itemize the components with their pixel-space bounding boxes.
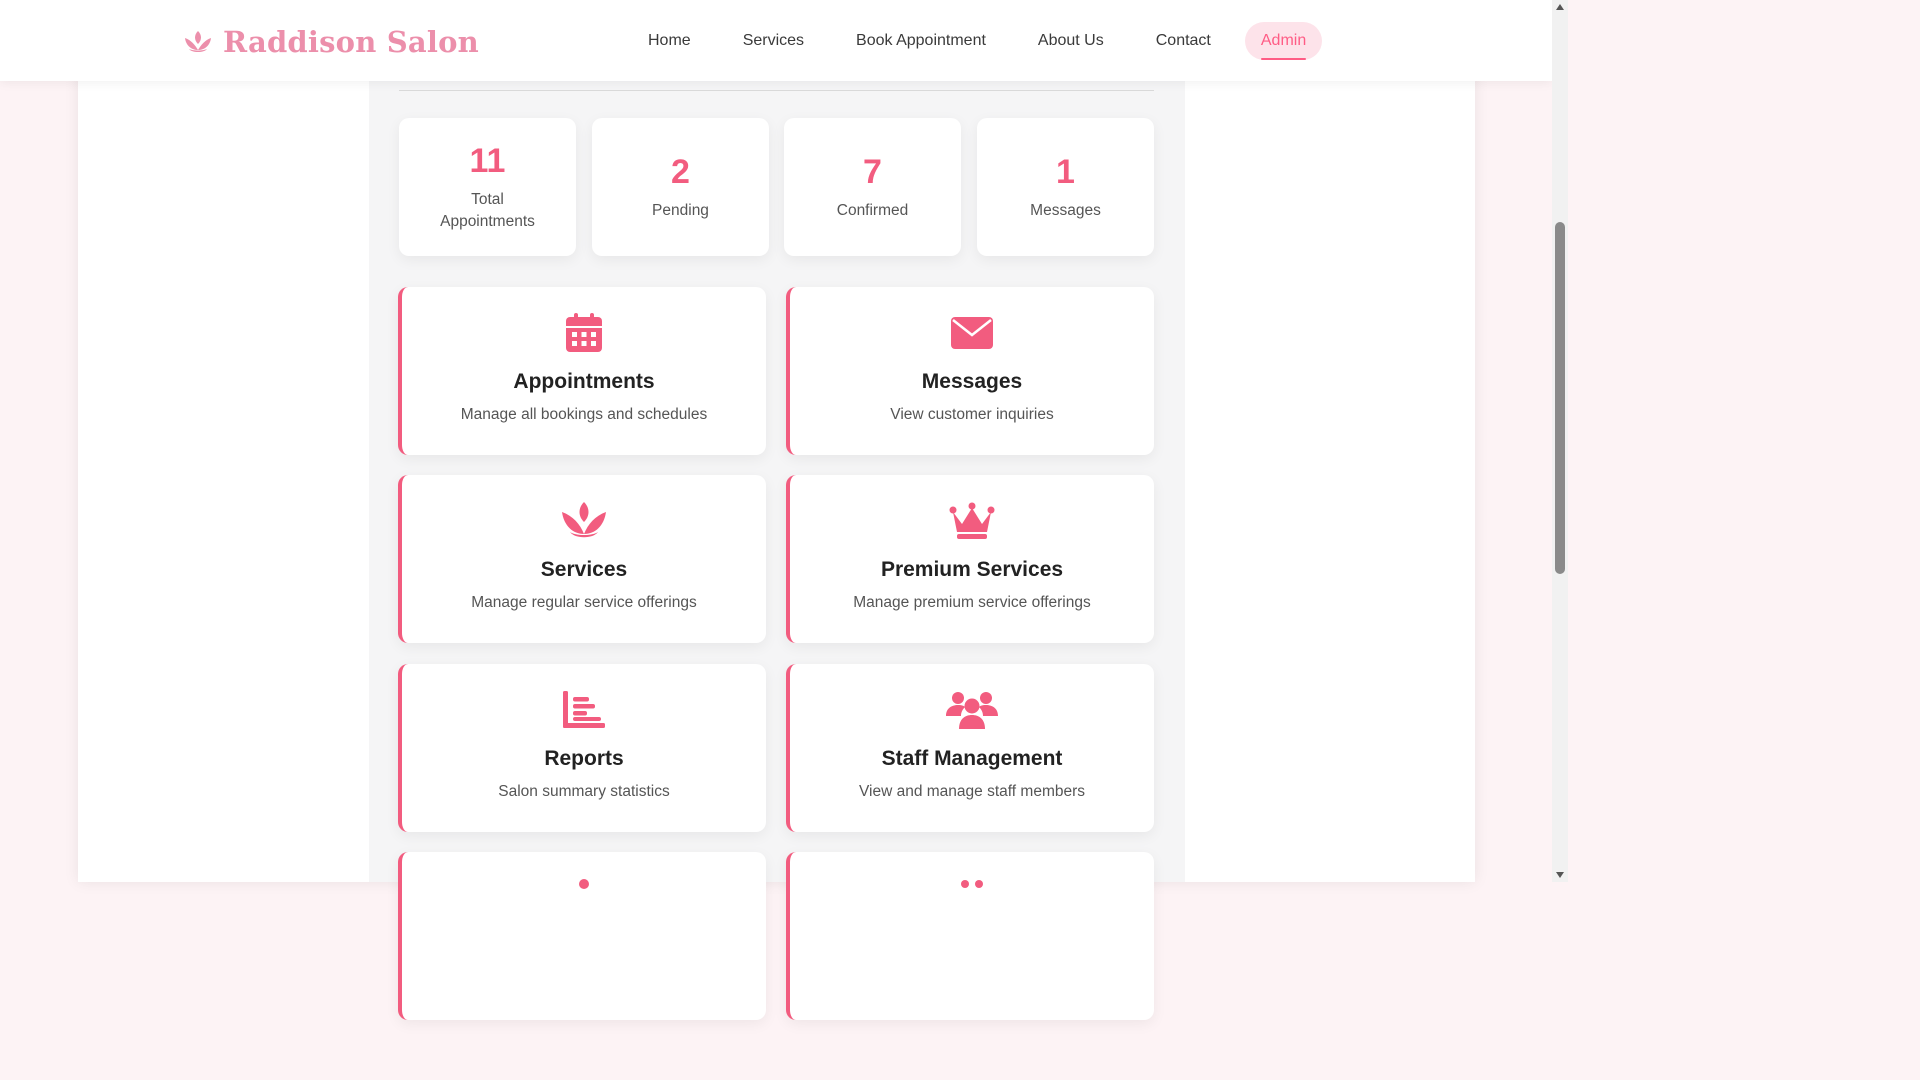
card-description: Salon summary statistics [498, 783, 670, 800]
stat-label: Confirmed [836, 202, 909, 219]
card-icon [952, 876, 992, 920]
card-description: Manage premium service offerings [853, 594, 1091, 611]
scroll-down-arrow-icon[interactable] [1552, 868, 1568, 882]
stat-card-total-appointments: 11 Total Appointments [399, 118, 576, 256]
envelope-icon [951, 311, 993, 355]
card-description: Manage regular service offerings [471, 594, 697, 611]
card-description: View customer inquiries [890, 406, 1054, 423]
stat-label: Messages [1030, 202, 1101, 219]
section-divider [399, 90, 1154, 91]
brand-logo-link[interactable]: Raddison Salon [183, 22, 479, 62]
scroll-up-arrow-icon[interactable] [1552, 0, 1568, 14]
scrollbar-thumb[interactable] [1555, 222, 1565, 574]
card-title: Staff Management [881, 747, 1063, 770]
card-title: Messages [921, 370, 1023, 393]
card-title: Premium Services [880, 558, 1064, 581]
stat-card-messages: 1 Messages [977, 118, 1154, 256]
card-title: Appointments [513, 370, 655, 393]
card-partial-right[interactable] [786, 852, 1154, 1020]
nav-book-appointment[interactable]: Book Appointment [838, 22, 1004, 60]
main-nav: Home Services Book Appointment About Us … [630, 22, 1323, 60]
card-staff-management[interactable]: Staff Management View and manage staff m… [786, 664, 1154, 832]
card-premium-services[interactable]: Premium Services Manage premium service … [786, 475, 1154, 643]
stats-row: 11 Total Appointments 2 Pending 7 Confir… [399, 118, 1154, 256]
nav-home[interactable]: Home [630, 22, 709, 60]
calendar-icon [565, 311, 603, 355]
stat-value: 1 [1056, 153, 1075, 191]
card-title: Reports [544, 747, 624, 770]
users-icon [946, 688, 998, 732]
stat-card-pending: 2 Pending [592, 118, 769, 256]
card-partial-left[interactable] [398, 852, 766, 1020]
bar-chart-icon [563, 688, 605, 732]
card-reports[interactable]: Reports Salon summary statistics [398, 664, 766, 832]
card-appointments[interactable]: Appointments Manage all bookings and sch… [398, 287, 766, 455]
card-description: View and manage staff members [858, 783, 1086, 800]
stat-card-confirmed: 7 Confirmed [784, 118, 961, 256]
card-description: Manage all bookings and schedules [460, 406, 708, 423]
stat-value: 11 [469, 142, 506, 180]
stat-label: Pending [652, 202, 709, 219]
nav-about-us[interactable]: About Us [1020, 22, 1122, 60]
crown-icon [949, 499, 995, 543]
card-title: Services [540, 558, 628, 581]
brand-name: Raddison Salon [223, 25, 479, 59]
site-header: Raddison Salon Home Services Book Appoin… [0, 0, 1552, 81]
card-services[interactable]: Services Manage regular service offering… [398, 475, 766, 643]
card-messages[interactable]: Messages View customer inquiries [786, 287, 1154, 455]
lotus-icon [560, 499, 608, 543]
stat-value: 7 [863, 153, 882, 191]
nav-admin[interactable]: Admin [1244, 22, 1323, 60]
stat-label: Total Appointments [440, 191, 535, 230]
card-icon [564, 876, 604, 920]
nav-contact[interactable]: Contact [1138, 22, 1229, 60]
vertical-scrollbar[interactable] [1552, 0, 1568, 882]
nav-services[interactable]: Services [725, 22, 822, 60]
lotus-icon [183, 29, 213, 55]
stat-value: 2 [671, 153, 690, 191]
